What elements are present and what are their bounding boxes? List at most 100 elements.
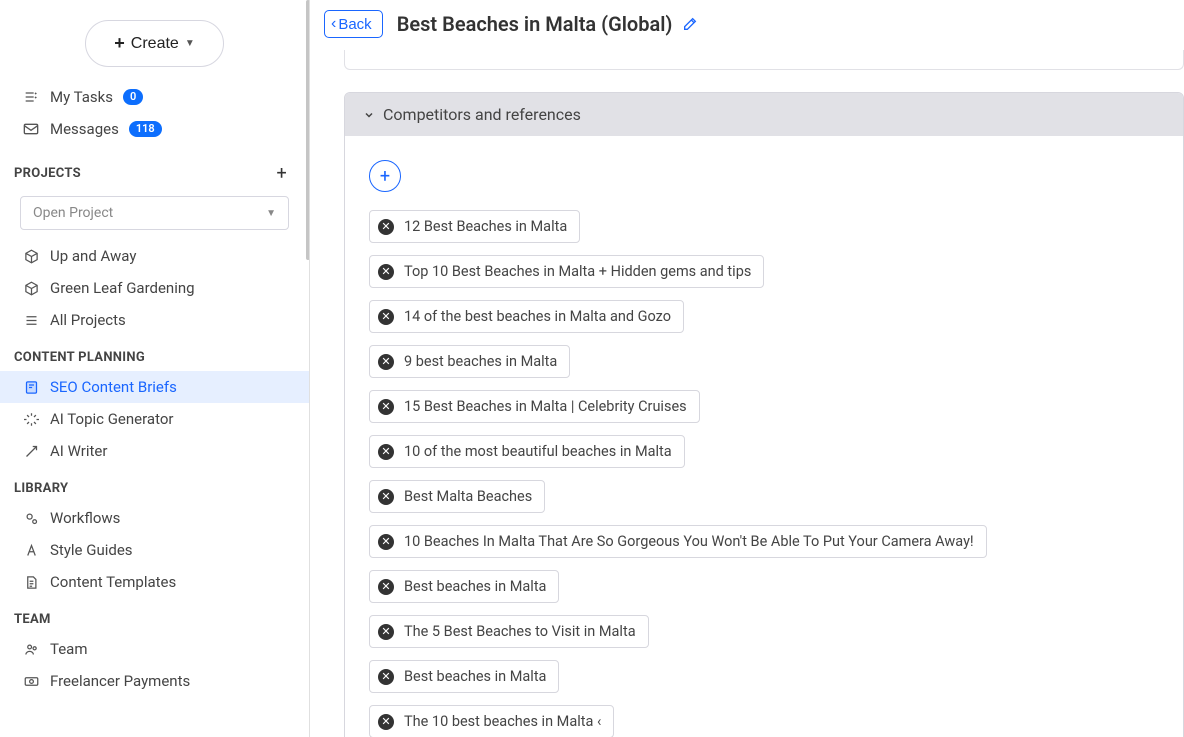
remove-chip-button[interactable]: ✕ <box>378 534 394 550</box>
back-label: Back <box>338 16 371 33</box>
my-tasks-label: My Tasks <box>50 88 113 106</box>
sidebar-messages[interactable]: Messages 118 <box>0 113 309 145</box>
remove-chip-button[interactable]: ✕ <box>378 579 394 595</box>
cube-icon <box>22 249 40 264</box>
competitor-list: ✕ 12 Best Beaches in Malta ✕ Top 10 Best Be… <box>369 210 1159 737</box>
topbar: ‹ Back Best Beaches in Malta (Global) <box>310 0 1184 50</box>
remove-chip-button[interactable]: ✕ <box>378 219 394 235</box>
remove-chip-button[interactable]: ✕ <box>378 714 394 730</box>
competitor-label: Best Malta Beaches <box>404 488 532 505</box>
competitor-chip[interactable]: ✕ 12 Best Beaches in Malta <box>369 210 580 243</box>
project-select-placeholder: Open Project <box>33 205 113 221</box>
remove-chip-button[interactable]: ✕ <box>378 264 394 280</box>
competitor-chip[interactable]: ✕ 14 of the best beaches in Malta and Goz… <box>369 300 684 333</box>
nav-label: AI Writer <box>50 442 107 460</box>
envelope-icon <box>22 122 40 136</box>
competitor-chip[interactable]: ✕ The 5 Best Beaches to Visit in Malta <box>369 615 649 648</box>
nav-ai-writer[interactable]: AI Writer <box>0 435 309 467</box>
nav-seo-content-briefs[interactable]: SEO Content Briefs <box>0 371 309 403</box>
competitor-chip[interactable]: ✕ Best beaches in Malta <box>369 570 559 603</box>
library-heading: LIBRARY <box>14 481 68 496</box>
project-label: All Projects <box>50 311 126 329</box>
project-label: Green Leaf Gardening <box>50 279 195 297</box>
nav-label: Team <box>50 640 88 658</box>
accordion-title: Competitors and references <box>383 105 581 124</box>
messages-badge: 118 <box>129 121 162 137</box>
sidebar-my-tasks[interactable]: My Tasks 0 <box>0 81 309 113</box>
remove-chip-button[interactable]: ✕ <box>378 309 394 325</box>
all-projects[interactable]: All Projects <box>0 304 309 336</box>
caret-down-icon: ▼ <box>185 38 195 49</box>
tasks-icon <box>22 89 40 105</box>
back-button[interactable]: ‹ Back <box>324 10 383 38</box>
accordion-body: + ✕ 12 Best Beaches in Malta ✕ Top 10 Best … <box>345 136 1183 737</box>
wand-icon <box>22 444 40 459</box>
team-heading-row: TEAM <box>0 598 309 633</box>
nav-style-guides[interactable]: Style Guides <box>0 534 309 566</box>
project-select[interactable]: Open Project ▼ <box>20 196 289 230</box>
remove-chip-button[interactable]: ✕ <box>378 354 394 370</box>
sparkle-icon <box>22 412 40 427</box>
competitor-chip[interactable]: ✕9 best beaches in Malta <box>369 345 570 378</box>
remove-chip-button[interactable]: ✕ <box>378 669 394 685</box>
nav-ai-topic-generator[interactable]: AI Topic Generator <box>0 403 309 435</box>
nav-label: Workflows <box>50 509 120 527</box>
nav-content-templates[interactable]: Content Templates <box>0 566 309 598</box>
nav-label: Content Templates <box>50 573 176 591</box>
content-planning-heading: CONTENT PLANNING <box>14 350 145 365</box>
nav-team[interactable]: Team <box>0 633 309 665</box>
project-label: Up and Away <box>50 247 136 265</box>
accordion-toggle[interactable]: Competitors and references <box>345 93 1183 136</box>
file-icon <box>22 575 40 590</box>
competitor-chip[interactable]: ✕ 10 Beaches In Malta That Are So Gorgeou… <box>369 525 987 558</box>
nav-freelancer-payments[interactable]: Freelancer Payments <box>0 665 309 697</box>
remove-chip-button[interactable]: ✕ <box>378 444 394 460</box>
competitor-chip[interactable]: ✕ Top 10 Best Beaches in Malta + Hidden g… <box>369 255 764 288</box>
project-green-leaf[interactable]: Green Leaf Gardening <box>0 272 309 304</box>
content-planning-heading-row: CONTENT PLANNING <box>0 336 309 371</box>
page-title: Best Beaches in Malta (Global) <box>397 12 673 36</box>
competitor-chip[interactable]: ✕15 Best Beaches in Malta | Celebrity Cr… <box>369 390 700 423</box>
nav-label: SEO Content Briefs <box>50 378 177 396</box>
cube-icon <box>22 281 40 296</box>
add-competitor-button[interactable]: + <box>369 160 401 192</box>
library-heading-row: LIBRARY <box>0 467 309 502</box>
add-project-button[interactable]: + <box>276 163 287 184</box>
main: ‹ Back Best Beaches in Malta (Global) Co… <box>310 0 1184 737</box>
competitor-label: 14 of the best beaches in Malta and Gozo <box>404 308 671 325</box>
competitor-label: 12 Best Beaches in Malta <box>404 218 567 235</box>
triangle-down-icon: ▼ <box>266 208 276 219</box>
remove-chip-button[interactable]: ✕ <box>378 399 394 415</box>
plus-icon: + <box>114 33 125 54</box>
nav-workflows[interactable]: Workflows <box>0 502 309 534</box>
nav-label: Style Guides <box>50 541 133 559</box>
create-button[interactable]: + Create ▼ <box>85 20 223 67</box>
competitor-label: Top 10 Best Beaches in Malta + Hidden ge… <box>404 263 751 280</box>
create-button-wrap: + Create ▼ <box>0 0 309 77</box>
edit-title-button[interactable] <box>682 16 698 32</box>
competitor-chip[interactable]: ✕The 10 best beaches in Malta ‹ <box>369 705 614 737</box>
sidebar: + Create ▼ My Tasks 0 Messages 118 <box>0 0 310 737</box>
messages-label: Messages <box>50 120 119 138</box>
gears-icon <box>22 511 40 526</box>
chevron-down-icon <box>363 109 375 121</box>
projects-heading: PROJECTS <box>14 166 81 181</box>
competitor-chip[interactable]: ✕ Best beaches in Malta <box>369 660 559 693</box>
competitor-label: 10 Beaches In Malta That Are So Gorgeous… <box>404 533 974 550</box>
competitor-chip[interactable]: ✕ Best Malta Beaches <box>369 480 545 513</box>
list-icon <box>22 313 40 328</box>
competitor-label: The 5 Best Beaches to Visit in Malta <box>404 623 636 640</box>
competitor-chip[interactable]: ✕ 10 of the most beautiful beaches in Mal… <box>369 435 685 468</box>
remove-chip-button[interactable]: ✕ <box>378 624 394 640</box>
team-heading: TEAM <box>14 612 51 627</box>
remove-chip-button[interactable]: ✕ <box>378 489 394 505</box>
note-icon <box>22 380 40 395</box>
my-tasks-badge: 0 <box>123 89 143 105</box>
competitor-label: 10 of the most beautiful beaches in Malt… <box>404 443 672 460</box>
competitor-label: Best beaches in Malta <box>404 578 546 595</box>
nav-label: AI Topic Generator <box>50 410 173 428</box>
project-up-and-away[interactable]: Up and Away <box>0 240 309 272</box>
create-label: Create <box>131 35 179 53</box>
competitors-accordion: Competitors and references + ✕ 12 Best Be… <box>344 92 1184 737</box>
competitor-label: Best beaches in Malta <box>404 668 546 685</box>
